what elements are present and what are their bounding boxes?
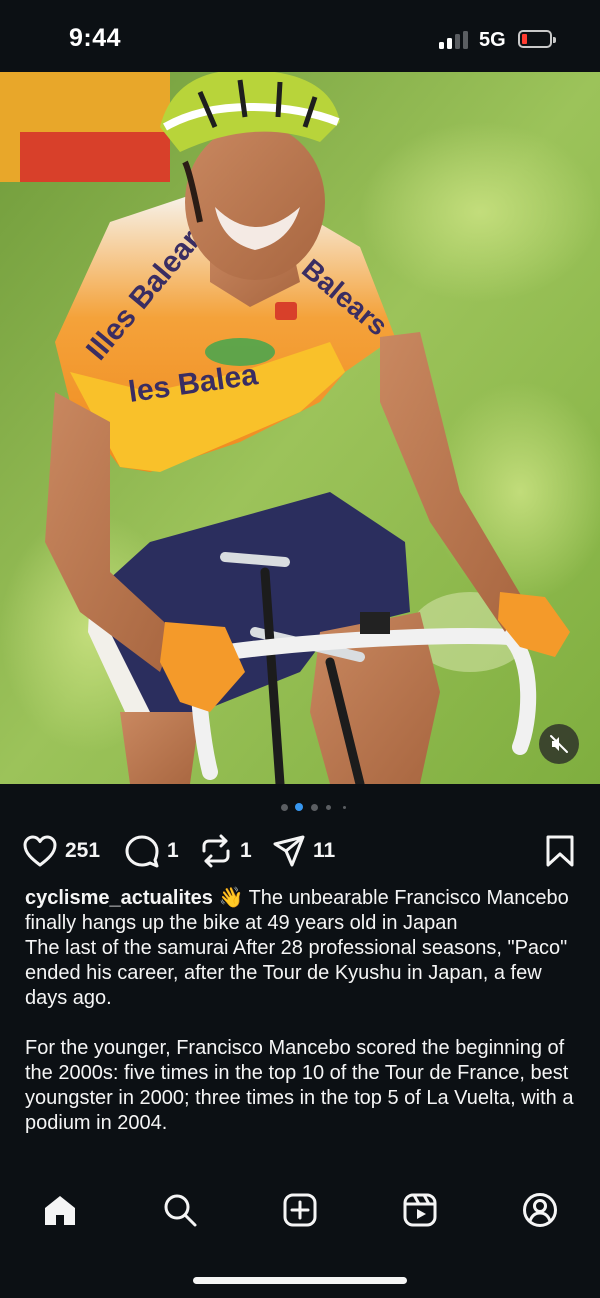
caption-paragraph: For the younger, Francisco Mancebo score… (25, 1037, 574, 1134)
paper-plane-icon (273, 835, 305, 867)
like-count: 251 (65, 839, 101, 862)
share-count: 11 (313, 839, 336, 862)
heart-icon (23, 835, 57, 867)
signal-icon (439, 31, 471, 49)
caption-headline-line: cyclisme_actualites 👋 The unbearable Fra… (25, 886, 585, 936)
tab-reels[interactable] (398, 1188, 442, 1232)
carousel-dot (326, 805, 331, 810)
reels-icon (403, 1193, 437, 1227)
post-actions: 251 1 1 11 (0, 828, 600, 874)
profile-icon (523, 1193, 557, 1227)
tab-profile[interactable] (518, 1188, 562, 1232)
create-icon (283, 1193, 317, 1227)
tab-home[interactable] (38, 1188, 82, 1232)
comment-count: 1 (167, 839, 179, 862)
carousel-dot-active (295, 803, 303, 811)
tab-create[interactable] (278, 1188, 322, 1232)
home-icon (45, 1196, 75, 1225)
status-time: 9:44 (69, 24, 122, 52)
search-icon (164, 1194, 197, 1227)
carousel-dot (281, 804, 288, 811)
save-button[interactable] (545, 828, 575, 874)
bookmark-icon (546, 835, 574, 867)
repost-button[interactable]: 1 (199, 828, 252, 874)
battery-icon (518, 30, 556, 48)
caption-username[interactable]: cyclisme_actualites (25, 887, 213, 909)
wave-emoji: 👋 (218, 887, 244, 909)
network-type: 5G (479, 29, 506, 51)
home-indicator (193, 1277, 407, 1284)
tab-search[interactable] (158, 1188, 202, 1232)
carousel-indicator (0, 803, 600, 813)
carousel-dot (311, 804, 318, 811)
comment-button[interactable]: 1 (124, 828, 179, 874)
comment-icon (125, 835, 159, 868)
post-caption: cyclisme_actualites 👋 The unbearable Fra… (25, 886, 585, 1136)
status-bar: 9:44 5G (0, 0, 600, 72)
repost-icon (202, 834, 230, 868)
cyclist-photo: Illes Balears les Balea Balears (0, 72, 600, 784)
post-image[interactable]: Illes Balears les Balea Balears (0, 72, 600, 784)
share-button[interactable]: 11 (272, 828, 335, 874)
like-button[interactable]: 251 (22, 828, 100, 874)
mute-button[interactable] (539, 724, 579, 764)
carousel-dot (343, 806, 346, 809)
caption-paragraph: The last of the samurai After 28 profess… (25, 937, 568, 1009)
repost-count: 1 (240, 839, 252, 862)
speaker-muted-icon (550, 735, 568, 753)
